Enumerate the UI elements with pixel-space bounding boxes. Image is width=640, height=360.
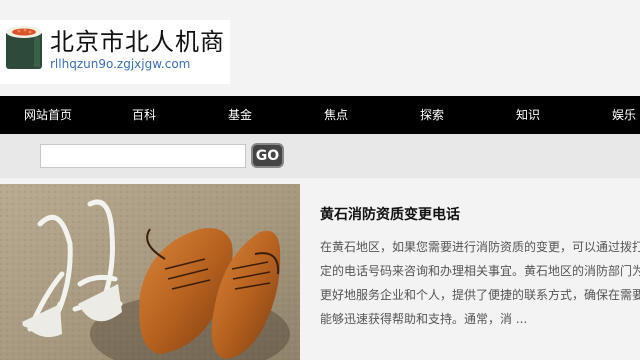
site-logo[interactable]: 北京市北人机商 rllhqzun9o.zgjxjgw.com bbox=[0, 20, 230, 84]
nav-item-focus[interactable]: 焦点 bbox=[324, 96, 348, 134]
search-input[interactable] bbox=[40, 144, 246, 168]
nav-item-explore[interactable]: 探索 bbox=[420, 96, 444, 134]
article-summary: 在黄石地区，如果您需要进行消防资质的变更，可以通过拨打 定的电话号码来咨询和办理… bbox=[320, 235, 640, 355]
nav-item-entertainment[interactable]: 娱乐 bbox=[612, 96, 636, 134]
article-image[interactable] bbox=[0, 184, 300, 360]
summary-line: 能够迅速获得帮助和支持。通常，消 ... bbox=[320, 312, 528, 326]
main-nav: 网站首页 百科 基金 焦点 探索 知识 娱乐 bbox=[0, 96, 640, 134]
nav-item-fund[interactable]: 基金 bbox=[228, 96, 252, 134]
article-title[interactable]: 黄石消防资质变更电话 bbox=[320, 204, 460, 224]
nav-item-knowledge[interactable]: 知识 bbox=[516, 96, 540, 134]
site-domain: rllhqzun9o.zgjxjgw.com bbox=[50, 57, 191, 71]
search-bar: GO bbox=[0, 134, 640, 178]
site-title: 北京市北人机商 bbox=[50, 28, 225, 56]
nav-item-encyclopedia[interactable]: 百科 bbox=[132, 96, 156, 134]
nav-item-home[interactable]: 网站首页 bbox=[24, 96, 72, 134]
summary-line: 在黄石地区，如果您需要进行消防资质的变更，可以通过拨打 bbox=[320, 240, 640, 254]
header: 北京市北人机商 rllhqzun9o.zgjxjgw.com bbox=[0, 0, 640, 96]
sushi-logo-icon bbox=[6, 26, 42, 69]
summary-line: 定的电话号码来咨询和办理相关事宜。黄石地区的消防部门为 bbox=[320, 264, 640, 278]
go-button[interactable]: GO bbox=[251, 143, 284, 168]
shoes-photo bbox=[0, 184, 300, 360]
summary-line: 更好地服务企业和个人，提供了便捷的联系方式，确保在需要 bbox=[320, 288, 640, 302]
